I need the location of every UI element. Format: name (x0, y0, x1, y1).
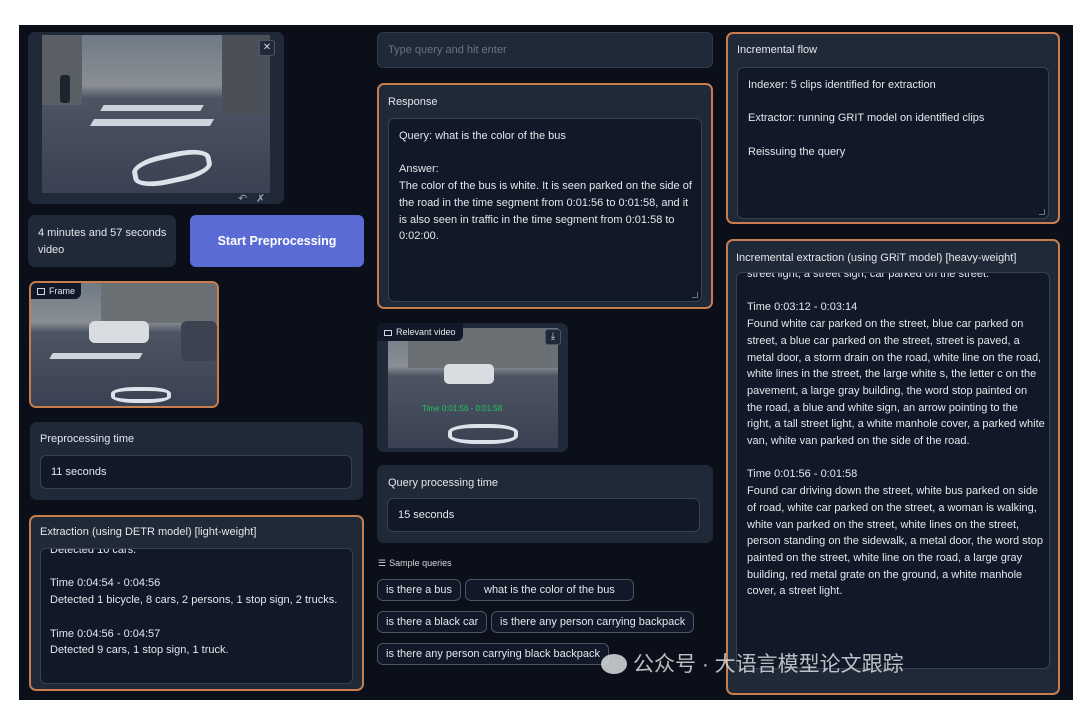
incremental-flow-title: Incremental flow (737, 44, 818, 56)
resize-handle[interactable] (1039, 209, 1045, 215)
road-marking (129, 145, 215, 191)
frame-panel: Frame (29, 281, 219, 408)
video-overlay-time: Time 0:01:56 - 0:01:58 (422, 404, 503, 413)
road-stripe (89, 119, 215, 126)
response-title: Response (388, 96, 438, 108)
sample-query-chip[interactable]: is there any person carrying black backp… (377, 643, 609, 665)
relevant-video-tag: Relevant video (377, 323, 463, 341)
input-video-frame[interactable] (42, 35, 270, 193)
grit-extraction-panel: Incremental extraction (using GRiT model… (726, 239, 1060, 695)
close-icon[interactable]: ✕ (259, 40, 275, 56)
response-textarea[interactable]: Query: what is the color of the bus Answ… (388, 118, 702, 302)
response-panel: Response Query: what is the color of the… (377, 83, 713, 309)
incremental-flow-panel: Incremental flow Indexer: 5 clips identi… (726, 32, 1060, 224)
road-stripe (49, 353, 143, 359)
detr-extraction-panel: Extraction (using DETR model) [light-wei… (29, 515, 364, 691)
road-marking (448, 424, 518, 444)
preprocessing-time-value: 11 seconds (40, 455, 352, 489)
white-car (444, 364, 494, 384)
sample-query-chip[interactable]: what is the color of the bus (465, 579, 634, 601)
clear-icon[interactable]: ✗ (256, 192, 265, 205)
relevant-video-frame[interactable]: Time 0:01:56 - 0:01:58 (388, 328, 558, 448)
watermark: 公众号 · 大语言模型论文跟踪 (601, 648, 904, 678)
resize-handle[interactable] (692, 292, 698, 298)
query-time-panel: Query processing time 15 seconds (377, 465, 713, 543)
query-input[interactable]: Type query and hit enter (377, 32, 713, 68)
detr-extraction-textarea[interactable]: Detected 10 cars. Time 0:04:54 - 0:04:56… (40, 548, 353, 684)
sample-query-chip[interactable]: is there any person carrying backpack (491, 611, 695, 633)
road-stripe (100, 105, 204, 111)
wechat-icon (601, 654, 627, 674)
pedestrian (60, 75, 70, 103)
undo-icon[interactable]: ↶ (238, 192, 247, 205)
relevant-video-label: Relevant video (396, 327, 456, 337)
video-duration-text: 4 minutes and 57 seconds video (38, 227, 170, 256)
query-placeholder: Type query and hit enter (388, 44, 507, 56)
image-icon (37, 288, 45, 295)
start-preprocessing-button[interactable]: Start Preprocessing (190, 215, 364, 267)
grit-extraction-textarea[interactable]: street light, a street sign, car parked … (736, 272, 1050, 669)
detr-extraction-title: Extraction (using DETR model) [light-wei… (40, 526, 257, 538)
app-root: ✕ ↶ ✗ 4 minutes and 57 seconds video Sta… (19, 25, 1073, 700)
frame-tag: Frame (31, 283, 82, 299)
grit-extraction-title: Incremental extraction (using GRiT model… (736, 252, 1017, 264)
list-icon: ☰ (378, 558, 387, 568)
query-time-value: 15 seconds (387, 498, 700, 532)
video-duration-panel: 4 minutes and 57 seconds video (28, 215, 176, 267)
preprocessing-time-title: Preprocessing time (40, 433, 135, 445)
road-marking (111, 387, 171, 403)
input-video-panel: ✕ ↶ ✗ (28, 32, 284, 205)
sample-query-chip[interactable]: is there a black car (377, 611, 488, 633)
video-icon (384, 330, 392, 336)
parked-car (181, 321, 217, 361)
frame-label: Frame (49, 286, 76, 296)
preprocessing-time-panel: Preprocessing time 11 seconds (30, 422, 363, 500)
query-time-title: Query processing time (388, 477, 499, 489)
building (101, 283, 217, 323)
relevant-video-panel: Time 0:01:56 - 0:01:58 Relevant video ⤓ (377, 323, 568, 452)
download-icon[interactable]: ⤓ (545, 329, 561, 345)
sample-queries-header: ☰ Sample queries (378, 558, 452, 568)
frame-image (31, 283, 217, 406)
incremental-flow-textarea[interactable]: Indexer: 5 clips identified for extracti… (737, 67, 1049, 219)
sample-query-chip[interactable]: is there a bus (377, 579, 462, 601)
white-car (89, 321, 149, 343)
